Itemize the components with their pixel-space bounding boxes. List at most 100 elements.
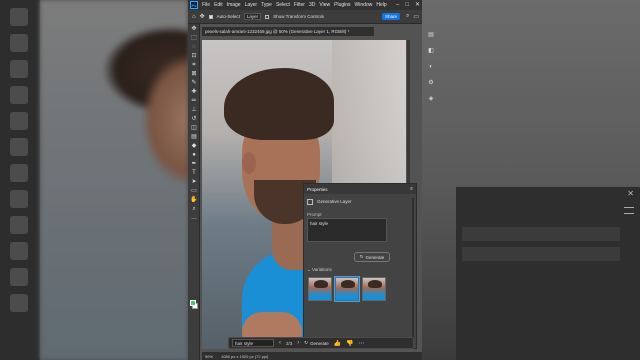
contextual-task-bar: hair style ‹ 2/3 › ↻ Generate 👍 👎 ⋯ — [228, 337, 414, 349]
menu-help[interactable]: Help — [374, 2, 388, 8]
variation-thumbnail-3[interactable] — [362, 277, 386, 301]
lasso-tool-icon[interactable]: ◌ — [190, 43, 198, 51]
photo-ear — [242, 152, 256, 174]
menu-select[interactable]: Select — [274, 2, 292, 8]
clone-stamp-tool-icon[interactable]: ⊥ — [190, 106, 198, 114]
prompt-input[interactable]: hair style — [307, 218, 387, 242]
workspace-icon[interactable]: ▭ — [413, 13, 419, 20]
options-bar: ⌂ ✥ Auto-Select Layer Show Transform Con… — [188, 10, 422, 24]
chevron-down-icon: ⌄ — [307, 267, 311, 272]
adjustments-icon[interactable]: ◐ — [426, 62, 436, 72]
menu-bar: Ps File Edit Image Layer Type Select Fil… — [188, 0, 422, 10]
menu-filter[interactable]: Filter — [292, 2, 307, 8]
move-tool-icon[interactable]: ✥ — [200, 13, 205, 20]
document-tab[interactable]: pexels-salah-amrani-1232459.jpg @ 50% (G… — [202, 27, 374, 36]
marquee-tool-icon[interactable]: ⬚ — [190, 34, 198, 42]
blurred-background-right: ✕ — [422, 0, 640, 360]
generate-icon: ↻ — [304, 340, 309, 345]
next-variation-icon[interactable]: › — [297, 340, 299, 346]
transform-controls-label: Show Transform Controls — [273, 14, 324, 19]
gradient-tool-icon[interactable]: ▤ — [190, 133, 198, 141]
history-brush-tool-icon[interactable]: ↺ — [190, 115, 198, 123]
menu-file[interactable]: File — [200, 2, 212, 8]
hand-tool-icon[interactable]: ✋ — [190, 196, 198, 204]
menu-window[interactable]: Window — [353, 2, 375, 8]
generate-button[interactable]: ↻ Generate — [354, 252, 390, 262]
close-window-icon[interactable]: ✕ — [415, 0, 420, 10]
blurred-background-left — [0, 0, 188, 360]
contextual-generate-button[interactable]: ↻ Generate — [304, 340, 329, 346]
path-select-tool-icon[interactable]: ➤ — [190, 178, 198, 186]
photo-hair — [224, 68, 334, 140]
home-icon[interactable]: ⌂ — [192, 14, 196, 20]
eraser-tool-icon[interactable]: ◫ — [190, 124, 198, 132]
contextual-generate-label: Generate — [310, 340, 329, 346]
minimize-icon[interactable]: – — [396, 0, 399, 10]
menu-view[interactable]: View — [317, 2, 332, 8]
eyedropper-tool-icon[interactable]: ✎ — [190, 79, 198, 87]
menu-layer[interactable]: Layer — [243, 2, 260, 8]
variation-counter: 2/3 — [286, 340, 293, 346]
window-controls: – □ ✕ — [396, 0, 420, 10]
menu-type[interactable]: Type — [259, 2, 274, 8]
zoom-level[interactable]: 50% — [205, 354, 213, 359]
variations-header[interactable]: ⌄ Variations — [307, 267, 332, 273]
frame-tool-icon[interactable]: ⊠ — [190, 70, 198, 78]
auto-select-label: Auto-Select — [216, 14, 240, 19]
crop-tool-icon[interactable]: ⌗ — [190, 61, 198, 69]
comments-icon[interactable]: ▤ — [426, 30, 436, 40]
menu-3d[interactable]: 3D — [307, 2, 317, 8]
tools-panel: ✥ ⬚ ◌ ⊡ ⌗ ⊠ ✎ ✚ ✏ ⊥ ↺ ◫ ▤ ◆ ● ✒ T ➤ ▭ ✋ … — [188, 24, 200, 360]
previous-variation-icon[interactable]: ‹ — [279, 340, 281, 346]
properties-title: Properties — [307, 186, 328, 192]
generate-label: Generate — [365, 254, 385, 260]
photoshop-logo-icon: Ps — [190, 1, 198, 9]
properties-icon[interactable]: ⚙ — [426, 78, 436, 88]
generative-layer-icon — [307, 198, 313, 205]
zoom-tool-icon[interactable]: ⌕ — [190, 205, 198, 213]
contextual-prompt-input[interactable]: hair style — [232, 339, 274, 347]
layer-type-label: Generative Layer — [317, 199, 352, 204]
right-panel-dock: ▤ ◧ ◐ ⚙ ◈ — [424, 24, 438, 360]
thumbs-up-icon[interactable]: 👍 — [334, 340, 341, 347]
thumbs-down-icon[interactable]: 👎 — [346, 340, 353, 347]
auto-select-checkbox[interactable] — [208, 14, 213, 19]
foreground-color-swatch[interactable] — [190, 300, 196, 306]
rectangle-tool-icon[interactable]: ▭ — [190, 187, 198, 195]
blurred-toolbar — [0, 0, 40, 360]
panel-menu-icon[interactable]: ≡ — [410, 186, 413, 192]
blur-tool-icon[interactable]: ◆ — [190, 142, 198, 150]
healing-brush-tool-icon[interactable]: ✚ — [190, 88, 198, 96]
prompt-label: Prompt — [307, 212, 322, 217]
properties-scrollbar[interactable] — [412, 198, 414, 348]
search-icon[interactable]: ⌕ — [406, 13, 409, 20]
type-tool-icon[interactable]: T — [190, 169, 198, 177]
move-tool-icon[interactable]: ✥ — [190, 25, 198, 33]
libraries-icon[interactable]: ◧ — [426, 46, 436, 56]
blurred-panel: ✕ — [456, 186, 640, 360]
brush-tool-icon[interactable]: ✏ — [190, 97, 198, 105]
menu-plugins[interactable]: Plugins — [332, 2, 352, 8]
generate-icon: ↻ — [359, 254, 364, 259]
document-dimensions: 1080 px x 1920 px (72 ppi) — [221, 353, 269, 359]
close-icon: ✕ — [627, 189, 634, 198]
dodge-tool-icon[interactable]: ● — [190, 151, 198, 159]
share-button[interactable]: Share — [381, 13, 400, 20]
layer-select[interactable]: Layer — [243, 13, 262, 20]
pen-tool-icon[interactable]: ✒ — [190, 160, 198, 168]
variation-thumbnail-2[interactable] — [334, 276, 360, 302]
more-options-icon[interactable]: ⋯ — [359, 340, 365, 347]
variation-thumbnail-1[interactable] — [308, 277, 332, 301]
panel-menu-icon — [624, 207, 634, 214]
variations-label: Variations — [312, 267, 332, 272]
menu-edit[interactable]: Edit — [212, 2, 225, 8]
maximize-icon[interactable]: □ — [405, 0, 409, 10]
menu-image[interactable]: Image — [225, 2, 243, 8]
more-tools-icon[interactable]: … — [190, 214, 198, 222]
properties-panel: Properties ≡ Generative Layer Prompt hai… — [303, 183, 417, 349]
blurred-photo — [40, 0, 188, 360]
variations-thumbnails — [308, 276, 386, 302]
transform-controls-checkbox[interactable] — [265, 14, 270, 19]
layers-icon[interactable]: ◈ — [426, 94, 436, 104]
object-select-tool-icon[interactable]: ⊡ — [190, 52, 198, 60]
